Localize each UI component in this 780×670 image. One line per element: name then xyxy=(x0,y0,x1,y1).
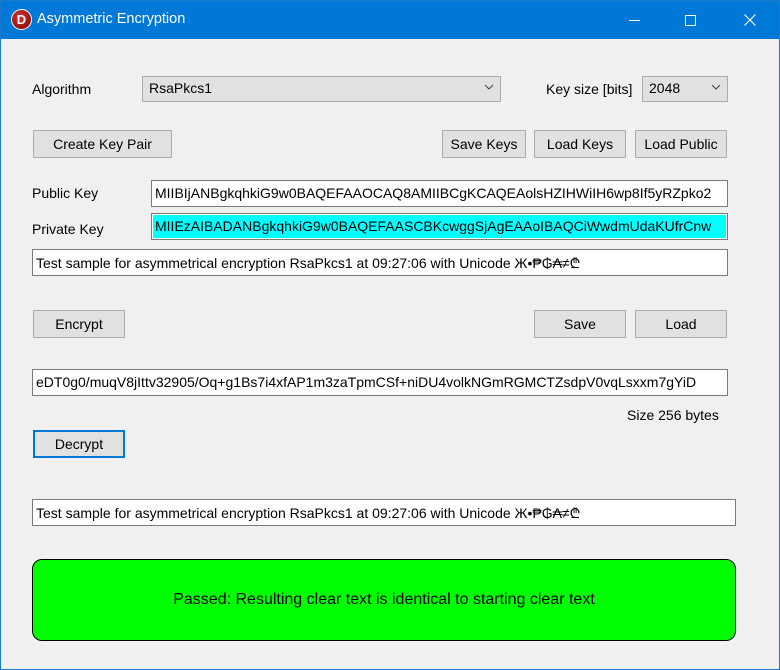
decrypt-button[interactable]: Decrypt xyxy=(33,430,125,458)
cipher-size-label: Size 256 bytes xyxy=(627,407,719,423)
public-key-value: MIIBIjANBgkqhkiG9w0BAQEFAAOCAQ8AMIIBCgKC… xyxy=(155,185,712,201)
algorithm-label: Algorithm xyxy=(32,81,92,97)
private-key-label: Private Key xyxy=(32,221,104,237)
result-message: Passed: Resulting clear text is identica… xyxy=(173,591,595,608)
decrypted-text-value: Test sample for asymmetrical encryption … xyxy=(36,505,581,521)
key-size-selected-value: 2048 xyxy=(649,80,681,96)
algorithm-selected-value: RsaPkcs1 xyxy=(149,80,213,96)
decrypted-text-field[interactable]: Test sample for asymmetrical encryption … xyxy=(32,499,736,526)
load-keys-button[interactable]: Load Keys xyxy=(534,130,626,158)
create-key-pair-button[interactable]: Create Key Pair xyxy=(33,130,172,158)
clear-text-value: Test sample for asymmetrical encryption … xyxy=(36,255,581,271)
cipher-text-field[interactable]: eDT0g0/muqV8jIttv32905/Oq+g1Bs7i4xfAP1m3… xyxy=(32,369,728,396)
result-status-panel: Passed: Resulting clear text is identica… xyxy=(32,559,736,641)
load-public-button[interactable]: Load Public xyxy=(635,130,727,158)
chevron-down-icon xyxy=(484,84,494,90)
save-cipher-button[interactable]: Save xyxy=(534,310,626,338)
load-cipher-button[interactable]: Load xyxy=(635,310,727,338)
key-size-label: Key size [bits] xyxy=(546,81,633,97)
private-key-field[interactable]: MIIEzAIBADANBgkqhkiG9w0BAQEFAASCBKcwggSj… xyxy=(151,213,728,240)
encrypt-button[interactable]: Encrypt xyxy=(33,310,125,338)
maximize-button[interactable] xyxy=(667,1,713,39)
public-key-field[interactable]: MIIBIjANBgkqhkiG9w0BAQEFAAOCAQ8AMIIBCgKC… xyxy=(151,180,728,207)
private-key-value: MIIEzAIBADANBgkqhkiG9w0BAQEFAASCBKcwggSj… xyxy=(153,215,726,238)
minimize-icon xyxy=(628,19,640,21)
maximize-icon xyxy=(684,14,696,26)
close-icon xyxy=(744,14,756,26)
title-bar[interactable]: D Asymmetric Encryption xyxy=(1,1,779,39)
chevron-down-icon xyxy=(711,84,721,90)
window-title: Asymmetric Encryption xyxy=(37,11,186,27)
app-window: D Asymmetric Encryption Algorithm RsaPkc… xyxy=(0,0,780,670)
public-key-label: Public Key xyxy=(32,185,99,201)
save-keys-button[interactable]: Save Keys xyxy=(442,130,526,158)
cipher-text-value: eDT0g0/muqV8jIttv32905/Oq+g1Bs7i4xfAP1m3… xyxy=(36,374,697,390)
app-logo-icon: D xyxy=(11,9,32,30)
minimize-button[interactable] xyxy=(611,1,657,39)
clear-text-input[interactable]: Test sample for asymmetrical encryption … xyxy=(32,249,728,276)
key-size-select[interactable]: 2048 xyxy=(642,76,728,102)
algorithm-select[interactable]: RsaPkcs1 xyxy=(142,76,501,102)
close-button[interactable] xyxy=(727,1,773,39)
